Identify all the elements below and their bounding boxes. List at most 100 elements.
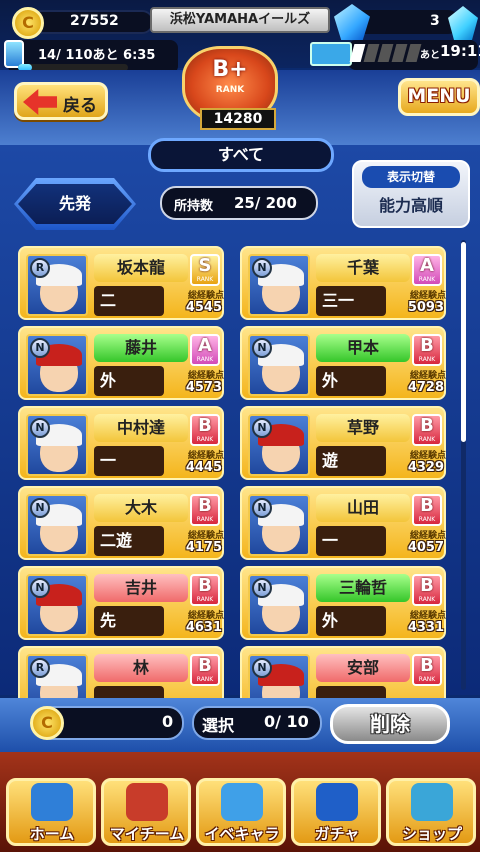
player-portrait: N	[248, 414, 310, 476]
player-card[interactable]: N 安部 B RANK	[240, 646, 446, 698]
player-rank-badge: S RANK	[190, 254, 220, 286]
player-card[interactable]: N 甲本 B RANK 外総経験点 4728	[240, 326, 446, 400]
player-name: 甲本	[316, 334, 410, 362]
back-button[interactable]: 戻る	[14, 82, 108, 120]
exp-value: 4545	[185, 300, 222, 315]
exp-value: 4728	[407, 380, 444, 395]
nav-item[interactable]: ホーム	[6, 778, 96, 846]
nav-item[interactable]: イベキャラ	[196, 778, 286, 846]
coin-icon: C	[30, 706, 64, 740]
team-rank-letter: B+	[212, 57, 248, 82]
stamina-text: 14/ 110あと 6:35	[38, 48, 156, 63]
nav-label: ホーム	[29, 825, 75, 843]
player-position: 外	[94, 366, 164, 396]
back-label: 戻る	[63, 96, 97, 116]
nav-item[interactable]: ショップ	[386, 778, 476, 846]
rarity-badge-icon: N	[30, 338, 50, 358]
shop-icon	[411, 783, 453, 821]
player-portrait: N	[26, 574, 88, 636]
player-position	[316, 686, 386, 698]
player-card[interactable]: N 山田 B RANK 一総経験点 4057	[240, 486, 446, 560]
nav-item[interactable]: マイチーム	[101, 778, 191, 846]
player-card[interactable]: N 千葉 A RANK 三一 総経験点 5093	[240, 246, 446, 320]
player-portrait: R	[26, 654, 88, 698]
ticket-gauge-segment	[391, 44, 408, 62]
team-name: 浜松YAMAHAイールズ	[150, 7, 330, 33]
player-rank-badge: B RANK	[190, 414, 220, 446]
player-name: 林	[94, 654, 188, 682]
menu-button[interactable]: MENU	[398, 78, 480, 116]
player-position: 二遊	[94, 526, 164, 556]
player-card[interactable]: N 草野 B RANK 遊総経験点 4329	[240, 406, 446, 480]
exp-value: 5093	[407, 300, 444, 315]
player-card[interactable]: N 中村達 B RANK 一総経験点 4445	[18, 406, 224, 480]
delete-button[interactable]: 削除	[330, 704, 450, 744]
player-name: 千葉	[316, 254, 410, 282]
nav-label: マイチーム	[109, 825, 185, 843]
player-portrait: N	[248, 494, 310, 556]
exp-value: 4445	[185, 460, 222, 475]
player-position	[94, 686, 164, 698]
nav-item[interactable]: ガチャ	[291, 778, 381, 846]
team-icon	[126, 783, 168, 821]
owned-count-box: 所持数 25/ 200	[160, 186, 318, 220]
rarity-badge-icon: N	[252, 578, 272, 598]
player-card[interactable]: N 三輪哲 B RANK 外総経験点 4331	[240, 566, 446, 640]
owned-count-value: 25/ 200	[234, 194, 297, 212]
sort-toggle-button[interactable]: 表示切替 能力高順	[352, 160, 470, 228]
player-rank-letter: B	[420, 655, 434, 676]
rarity-badge-icon: N	[252, 258, 272, 278]
player-portrait: N	[26, 414, 88, 476]
category-filter[interactable]: すべて	[148, 138, 334, 172]
display-toggle-label: 表示切替	[362, 166, 460, 188]
player-rank-badge: B RANK	[412, 414, 442, 446]
player-rank-letter: B	[198, 415, 212, 436]
player-position: 三一	[316, 286, 386, 316]
player-rank-word: RANK	[418, 356, 436, 363]
owned-count-label: 所持数	[174, 199, 214, 214]
ticket-gauge	[349, 44, 422, 62]
selection-label: 選択	[202, 716, 235, 735]
player-portrait: N	[248, 574, 310, 636]
player-rank-letter: B	[420, 415, 434, 436]
player-position: 外	[316, 606, 386, 636]
rarity-badge-icon: N	[30, 418, 50, 438]
event-character-icon	[221, 783, 263, 821]
player-card[interactable]: N 大木 B RANK 二遊 総経験点 4175	[18, 486, 224, 560]
player-position: 一	[316, 526, 386, 556]
player-portrait: N	[26, 494, 88, 556]
exp-value: 4331	[407, 620, 444, 635]
selection-count: 0/ 10	[264, 712, 309, 731]
player-position: 外	[316, 366, 386, 396]
sell-coin-value: 0	[162, 712, 174, 731]
rarity-badge-icon: N	[30, 578, 50, 598]
player-card[interactable]: N 藤井 A RANK 外総経験点 4573	[18, 326, 224, 400]
team-rank-score: 14280	[200, 108, 276, 130]
rarity-badge-icon: N	[30, 498, 50, 518]
player-rank-word: RANK	[196, 356, 214, 363]
player-rank-letter: B	[420, 495, 434, 516]
player-card[interactable]: N 吉井 B RANK 先総経験点 4631	[18, 566, 224, 640]
player-rank-badge: B RANK	[412, 574, 442, 606]
player-rank-word: RANK	[196, 596, 214, 603]
player-position: 遊	[316, 446, 386, 476]
position-filter-button[interactable]: 先発	[18, 184, 132, 224]
coin-icon: C	[12, 7, 44, 39]
exp-value: 4175	[185, 540, 222, 555]
player-name: 草野	[316, 414, 410, 442]
player-rank-letter: B	[420, 335, 434, 356]
rarity-badge-icon: N	[252, 498, 272, 518]
player-name: 大木	[94, 494, 188, 522]
ticket-icon	[310, 42, 352, 66]
player-card[interactable]: R 林 B RANK	[18, 646, 224, 698]
player-name: 山田	[316, 494, 410, 522]
ticket-prefix: あと	[420, 50, 440, 61]
player-rank-word: RANK	[418, 516, 436, 523]
nav-label: イベキャラ	[204, 825, 280, 843]
player-card[interactable]: R 坂本龍 S RANK 二総経験点 4545	[18, 246, 224, 320]
player-rank-word: RANK	[418, 276, 436, 283]
list-scroll-thumb[interactable]	[461, 242, 466, 442]
rarity-badge-icon: R	[30, 658, 50, 678]
nav-label: ショップ	[401, 825, 462, 843]
player-portrait: N	[26, 334, 88, 396]
